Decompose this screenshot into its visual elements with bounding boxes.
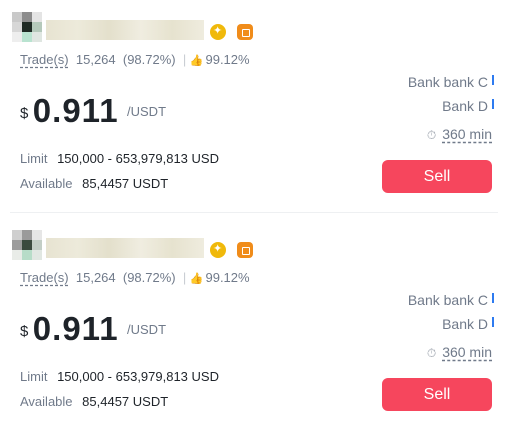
merchant-stats: Trade(s) 15,264 (98.72%) | 👍 99.12% [20,52,250,67]
price-unit: /USDT [127,104,167,119]
limit-row: Limit 150,000 - 653,979,813 USD [20,369,219,384]
sell-button[interactable]: Sell [382,160,492,193]
available-row: Available 85,4457 USDT [20,394,168,409]
merchant-name[interactable] [46,238,204,258]
thumbs-up-icon: 👍 [189,54,204,67]
positive-rate: 99.12% [205,52,250,67]
available-row: Available 85,4457 USDT [20,176,168,191]
thumbs-up-icon: 👍 [189,272,204,285]
merchant-name[interactable] [46,20,204,40]
offer-card: Trade(s) 15,264 (98.72%) | 👍 99.12% $ 0.… [0,0,508,210]
verified-badge-icon [210,24,226,40]
avatar[interactable] [12,230,46,264]
limit-value: 150,000 - 653,979,813 USD [57,151,219,166]
payment-method: Bank bank C [408,292,494,308]
limit-value: 150,000 - 653,979,813 USD [57,369,219,384]
limit-row: Limit 150,000 - 653,979,813 USD [20,151,219,166]
available-label: Available [20,394,73,409]
merchant-badge-icon [237,242,253,258]
trades-count: 15,264 [75,52,116,67]
limit-label: Limit [20,369,48,384]
time-limit: ⏱ 360 min [426,126,492,142]
currency-symbol: $ [20,105,29,122]
price-unit: /USDT [127,322,167,337]
payment-method: Bank D [442,316,494,332]
available-value: 85,4457 USDT [82,394,169,409]
price: $ 0.911 /USDT [20,310,166,348]
price-amount: 0.911 [32,92,119,129]
merchant-badge-icon [237,24,253,40]
completion-rate: (98.72%) [122,52,176,67]
offer-card: Trade(s) 15,264 (98.72%) | 👍 99.12% $ 0.… [0,218,508,428]
timer-icon: ⏱ [426,128,437,142]
positive-rate: 99.12% [205,270,250,285]
merchant-stats: Trade(s) 15,264 (98.72%) | 👍 99.12% [20,270,250,285]
price: $ 0.911 /USDT [20,92,166,130]
divider [10,212,498,213]
completion-rate: (98.72%) [122,270,176,285]
trades-label[interactable]: Trade(s) [20,270,69,285]
price-amount: 0.911 [32,310,119,347]
payment-method: Bank bank C [408,74,494,90]
available-label: Available [20,176,73,191]
timer-icon: ⏱ [426,346,437,360]
available-value: 85,4457 USDT [82,176,169,191]
trades-label[interactable]: Trade(s) [20,52,69,67]
currency-symbol: $ [20,323,29,340]
payment-method: Bank D [442,98,494,114]
trades-count: 15,264 [75,270,116,285]
avatar[interactable] [12,12,46,46]
verified-badge-icon [210,242,226,258]
sell-button[interactable]: Sell [382,378,492,411]
limit-label: Limit [20,151,48,166]
time-limit: ⏱ 360 min [426,344,492,360]
